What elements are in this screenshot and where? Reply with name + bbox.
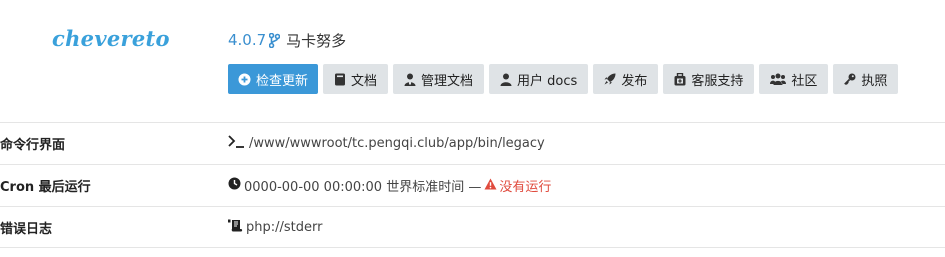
terminal-icon bbox=[228, 135, 246, 152]
admin-user-icon bbox=[404, 73, 416, 86]
docs-label: 文档 bbox=[351, 73, 378, 89]
row-label-error-log: 错误日志 bbox=[0, 221, 53, 237]
key-icon bbox=[844, 73, 856, 85]
version-line: 4.0.7 马卡努多 bbox=[228, 30, 346, 50]
table-row-cli: 命令行界面 /www/wwwroot/tc.pengqi.club/app/bi… bbox=[0, 122, 945, 164]
system-info-table: 命令行界面 /www/wwwroot/tc.pengqi.club/app/bi… bbox=[0, 122, 945, 248]
support-button[interactable]: 客服支持 bbox=[663, 64, 755, 94]
community-button[interactable]: 社区 bbox=[759, 64, 829, 94]
cron-last-run: 0000-00-00 00:00:00 世界标准时间 — bbox=[244, 180, 482, 195]
table-row-cron: Cron 最后运行 0000-00-00 00:00:00 世界标准时间 — 没… bbox=[0, 164, 945, 206]
clock-icon bbox=[228, 177, 241, 194]
dashboard-toolbar: 检查更新 文档 管理文档 用户 docs 发布 客服支持 社区 执照 bbox=[228, 64, 899, 94]
user-icon bbox=[500, 73, 512, 86]
row-value-cli: /www/wwwroot/tc.pengqi.club/app/bin/lega… bbox=[228, 135, 545, 152]
plus-circle-icon bbox=[238, 73, 251, 86]
user-docs-label: 用户 docs bbox=[517, 73, 578, 89]
user-docs-button[interactable]: 用户 docs bbox=[489, 64, 589, 94]
check-update-label: 检查更新 bbox=[256, 73, 309, 89]
license-label: 执照 bbox=[861, 73, 888, 89]
rocket-icon bbox=[604, 73, 616, 85]
version-number: 4.0.7 bbox=[228, 31, 267, 49]
cli-path: /www/wwwroot/tc.pengqi.club/app/bin/lega… bbox=[249, 136, 545, 151]
book-icon bbox=[334, 73, 346, 86]
version-name: 马卡努多 bbox=[286, 31, 347, 50]
releases-button[interactable]: 发布 bbox=[593, 64, 659, 94]
cron-warning: 没有运行 bbox=[484, 176, 551, 195]
table-row-error-log: 错误日志 php://stderr bbox=[0, 206, 945, 248]
license-button[interactable]: 执照 bbox=[833, 64, 899, 94]
warning-icon bbox=[484, 178, 497, 194]
code-branch-icon bbox=[269, 32, 281, 48]
cron-warning-text: 没有运行 bbox=[499, 180, 552, 195]
log-icon bbox=[228, 219, 243, 236]
row-label-cron: Cron 最后运行 bbox=[0, 180, 91, 195]
row-label-cli: 命令行界面 bbox=[0, 138, 66, 153]
support-icon bbox=[674, 72, 686, 86]
docs-button[interactable]: 文档 bbox=[323, 64, 389, 94]
row-value-error-log: php://stderr bbox=[228, 219, 322, 236]
row-value-cron: 0000-00-00 00:00:00 世界标准时间 — 没有运行 bbox=[228, 176, 551, 195]
support-label: 客服支持 bbox=[691, 73, 744, 89]
admin-docs-button[interactable]: 管理文档 bbox=[393, 64, 485, 94]
community-label: 社区 bbox=[791, 73, 818, 89]
check-update-button[interactable]: 检查更新 bbox=[228, 64, 319, 94]
users-icon bbox=[770, 73, 787, 85]
chevereto-logo: chevereto bbox=[52, 26, 170, 51]
error-log-path: php://stderr bbox=[246, 219, 323, 235]
admin-docs-label: 管理文档 bbox=[421, 73, 474, 89]
releases-label: 发布 bbox=[621, 73, 648, 89]
